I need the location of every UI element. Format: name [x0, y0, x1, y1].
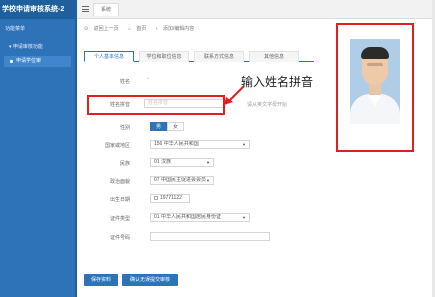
- idnum-input[interactable]: [150, 232, 270, 241]
- gender-male-button[interactable]: 男: [150, 122, 167, 131]
- chevron-down-icon: ▼: [242, 142, 246, 147]
- form-tabs: 个人基本信息 学位和职位信息 联系方式信息 其他信息: [84, 50, 314, 62]
- ethnicity-label: 民族: [119, 161, 130, 167]
- sidebar-item-audit[interactable]: ▾ 申请审核功能: [9, 43, 43, 50]
- annotation-text: 输入姓名拼音: [241, 75, 314, 89]
- highlight-box: [87, 95, 225, 115]
- bullet-icon: [10, 60, 13, 63]
- photo-highlight-box: [336, 23, 414, 152]
- home-icon: ⌂: [128, 26, 133, 32]
- tab-basic-info[interactable]: 个人基本信息: [84, 51, 134, 62]
- tab-system[interactable]: 系统: [93, 3, 120, 16]
- sidebar-item-apply[interactable]: 申请学位审: [4, 56, 71, 67]
- home-link[interactable]: ⌂ 首页: [128, 26, 150, 32]
- separator-icon: ›: [155, 26, 159, 32]
- birthdate-label: 出生日期: [109, 197, 130, 203]
- political-select[interactable]: 07 中国民主促进会会员 ▼: [150, 176, 214, 185]
- sidebar-item-label: 申请审核功能: [12, 44, 43, 50]
- calendar-icon: [154, 195, 158, 200]
- birthdate-input[interactable]: 19771122: [150, 194, 190, 203]
- chevron-down-icon: ▼: [206, 178, 210, 183]
- idtype-select[interactable]: 01 中华人民共和国居民身份证 ▼: [150, 213, 250, 222]
- pinyin-hint: 请从英文字母开始: [247, 102, 288, 108]
- idnum-label: 证件号码: [109, 235, 130, 241]
- tab-degree-info[interactable]: 学位和职位信息: [139, 51, 189, 62]
- sidebar-scrollbar[interactable]: [75, 19, 77, 297]
- ethnicity-select[interactable]: 01 汉族 ▼: [150, 158, 214, 167]
- sidebar: 学校申请审核系统-2 功能菜单 ▾ 申请审核功能 申请学位审: [0, 0, 77, 297]
- tab-other-info[interactable]: 其他信息: [249, 51, 299, 62]
- breadcrumb: ⊙ 返回上一页 ⌂ 首页 › 添加/编辑内容: [84, 25, 202, 32]
- sidebar-item-menu[interactable]: 功能菜单: [5, 25, 25, 32]
- gender-female-button[interactable]: 女: [167, 122, 184, 131]
- app-title: 学校申请审核系统-2: [0, 0, 77, 19]
- breadcrumb-current: › 添加/编辑内容: [155, 26, 195, 32]
- chevron-down-icon: ▼: [242, 215, 246, 220]
- save-button[interactable]: 保存资料: [84, 274, 118, 286]
- back-link[interactable]: ⊙ 返回上一页: [84, 26, 123, 32]
- idtype-label: 证件类型: [109, 216, 130, 222]
- chevron-down-icon: ▼: [206, 160, 210, 165]
- political-label: 政治面貌: [109, 179, 130, 185]
- nationality-select[interactable]: 156 中华人民共和国 ▼: [150, 140, 250, 149]
- back-icon: ⊙: [84, 26, 90, 32]
- sidebar-item-label: 申请学位审: [16, 58, 42, 64]
- id-photo[interactable]: [350, 39, 400, 124]
- menu-icon[interactable]: [82, 6, 89, 12]
- gender-label: 性别: [119, 125, 130, 131]
- name-label: 姓名: [119, 79, 130, 85]
- nationality-label: 国家或地区: [104, 143, 130, 149]
- top-bar: 系统: [77, 0, 435, 19]
- tab-contact-info[interactable]: 联系方式信息: [194, 51, 244, 62]
- confirm-submit-button[interactable]: 确认无误提交审核: [122, 274, 178, 286]
- name-field[interactable]: ▪: [144, 76, 154, 85]
